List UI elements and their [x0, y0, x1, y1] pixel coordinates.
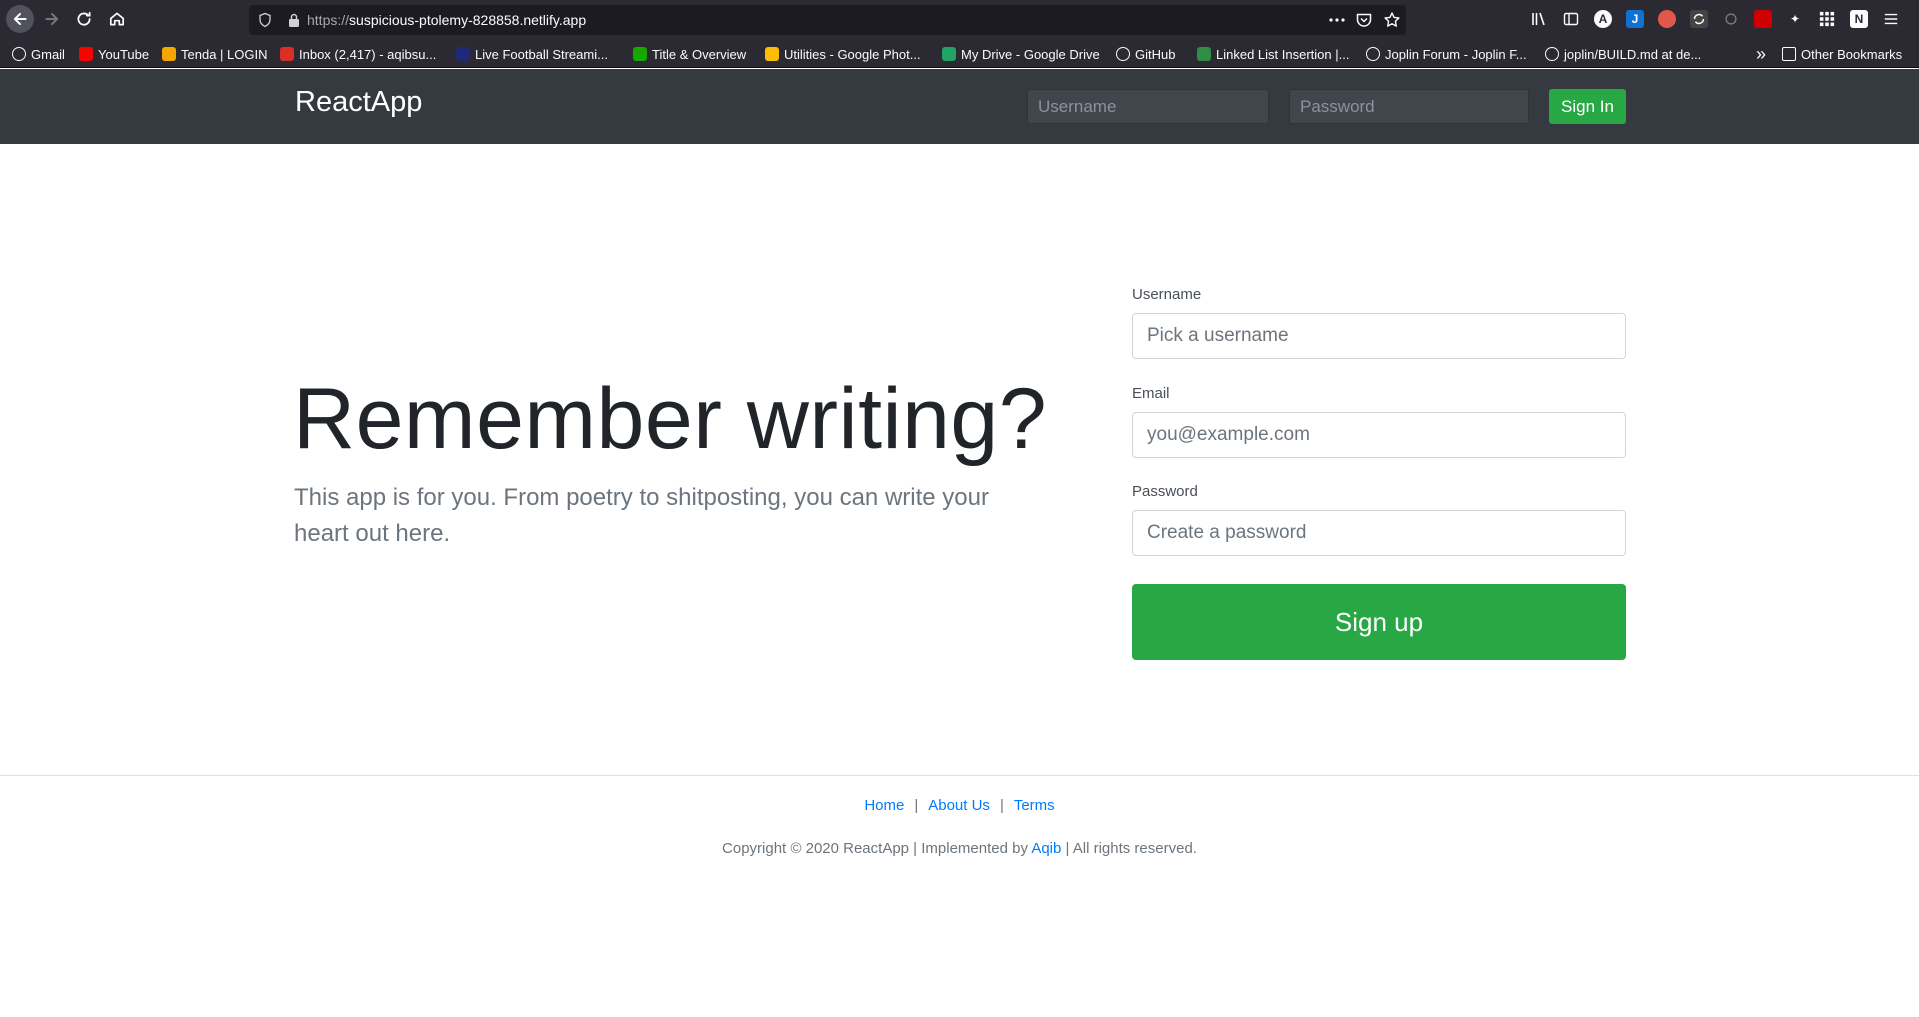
bookmark-label: joplin/BUILD.md at de...	[1564, 46, 1702, 62]
bookmark-item[interactable]: YouTube	[79, 44, 149, 64]
apps-grid-icon[interactable]	[1818, 10, 1836, 28]
bookmark-label: Inbox (2,417) - aqibsu...	[299, 46, 437, 62]
bookmark-label: Linked List Insertion |...	[1216, 46, 1350, 62]
bookmark-item[interactable]: GitHub	[1116, 44, 1175, 64]
forward-button[interactable]	[38, 5, 66, 33]
url-scheme: https://	[307, 12, 350, 28]
bookmark-item[interactable]: Title & Overview	[633, 44, 746, 64]
pocket-icon[interactable]	[1355, 11, 1373, 29]
globe-icon	[1366, 47, 1380, 61]
other-bookmarks-label: Other Bookmarks	[1801, 46, 1903, 62]
library-icon[interactable]	[1530, 10, 1548, 28]
darkreader-icon[interactable]: ✦	[1786, 10, 1804, 28]
footer-nav: Home | About Us | Terms	[0, 797, 1919, 814]
footer-link-terms[interactable]: Terms	[1014, 797, 1055, 814]
other-bookmarks-folder[interactable]: Other Bookmarks	[1782, 44, 1902, 64]
bookmark-label: My Drive - Google Drive	[961, 46, 1100, 62]
reload-icon	[77, 11, 91, 26]
footer-link-about[interactable]: About Us	[928, 797, 990, 814]
username-label: Username	[1132, 286, 1202, 303]
bookmark-label: Live Football Streami...	[475, 46, 608, 62]
url-bar[interactable]: https://suspicious-ptolemy-828858.netlif…	[249, 5, 1406, 35]
hero-title: Remember writing?	[293, 371, 1048, 467]
sign-up-button[interactable]: Sign up	[1132, 584, 1626, 660]
bookmark-item[interactable]: Inbox (2,417) - aqibsu...	[280, 44, 436, 64]
bookmark-label: Gmail	[31, 46, 65, 62]
bookmark-item[interactable]: Live Football Streami...	[456, 44, 608, 64]
bookmark-label: Title & Overview	[652, 46, 747, 62]
gfg-icon	[1197, 47, 1211, 61]
bookmark-label: Joplin Forum - Joplin F...	[1385, 46, 1527, 62]
copyright-suffix: | All rights reserved.	[1065, 840, 1197, 857]
bookmarks-overflow-chevron-icon[interactable]: »	[1756, 44, 1766, 64]
hero-subtitle: This app is for you. From poetry to shit…	[294, 484, 989, 547]
bookmark-item[interactable]: Tenda | LOGIN	[162, 44, 267, 64]
footer-separator: |	[999, 797, 1004, 814]
username-field[interactable]	[1132, 313, 1626, 359]
password-field[interactable]	[1132, 510, 1626, 556]
github-icon	[1116, 47, 1130, 61]
footer-separator: |	[914, 797, 919, 814]
arrow-right-icon	[45, 12, 59, 26]
google-photos-icon	[765, 47, 779, 61]
sync-icon[interactable]	[1690, 10, 1708, 28]
arrow-left-icon	[13, 12, 27, 26]
bookmark-label: Utilities - Google Phot...	[784, 46, 921, 62]
hamburger-menu-icon[interactable]	[1882, 10, 1900, 28]
account-icon[interactable]: A	[1594, 10, 1612, 28]
bookmark-item[interactable]: Utilities - Google Phot...	[765, 44, 921, 64]
streaming-icon	[456, 47, 470, 61]
youtube-icon	[79, 47, 93, 61]
reload-button[interactable]	[70, 5, 98, 33]
bookmark-item[interactable]: Linked List Insertion |...	[1197, 44, 1349, 64]
refresh-extension-icon[interactable]	[1722, 10, 1740, 28]
bookmark-label: YouTube	[98, 46, 150, 62]
bookmark-item[interactable]: My Drive - Google Drive	[942, 44, 1100, 64]
url-host: suspicious-ptolemy-828858.netlify.app	[349, 12, 587, 28]
sign-in-button[interactable]: Sign In	[1549, 89, 1626, 124]
sidebar-icon[interactable]	[1562, 10, 1580, 28]
navbar-username-input[interactable]	[1027, 89, 1269, 124]
browser-toolbar: https://suspicious-ptolemy-828858.netlif…	[0, 0, 1919, 40]
bookmark-label: Tenda | LOGIN	[181, 46, 268, 62]
footer-link-home[interactable]: Home	[864, 797, 904, 814]
more-icon[interactable]	[1327, 11, 1347, 29]
globe-icon	[12, 47, 26, 61]
folder-icon	[1782, 47, 1796, 61]
navbar-password-input[interactable]	[1289, 89, 1529, 124]
bookmark-item[interactable]: joplin/BUILD.md at de...	[1545, 44, 1701, 64]
tenda-icon	[162, 47, 176, 61]
notion-icon[interactable]: N	[1850, 10, 1868, 28]
bookmark-item[interactable]: Joplin Forum - Joplin F...	[1366, 44, 1527, 64]
github-icon	[1545, 47, 1559, 61]
bookmark-item[interactable]: Gmail	[12, 44, 65, 64]
home-button[interactable]	[103, 5, 131, 33]
extension-icon[interactable]	[1658, 10, 1676, 28]
brand-logo[interactable]: ReactApp	[295, 86, 422, 119]
email-label: Email	[1132, 385, 1170, 402]
google-drive-icon	[942, 47, 956, 61]
password-label: Password	[1132, 483, 1198, 500]
app-navbar: ReactApp Sign In	[0, 69, 1919, 144]
star-icon[interactable]	[1383, 11, 1401, 29]
gmail-icon	[280, 47, 294, 61]
back-button[interactable]	[6, 5, 34, 33]
url-text[interactable]: https://suspicious-ptolemy-828858.netlif…	[307, 5, 586, 35]
footer-divider	[0, 775, 1919, 776]
pdf-icon[interactable]	[1754, 10, 1772, 28]
email-field[interactable]	[1132, 412, 1626, 458]
bookmark-label: GitHub	[1135, 46, 1176, 62]
toolbar-extensions: A J ✦ N	[1530, 10, 1900, 28]
author-link[interactable]: Aqib	[1031, 840, 1061, 857]
copyright-text: Copyright © 2020 ReactApp | Implemented …	[0, 840, 1919, 857]
lock-icon[interactable]	[287, 12, 301, 28]
home-icon	[109, 12, 125, 26]
upwork-icon	[633, 47, 647, 61]
copyright-prefix: Copyright © 2020 ReactApp | Implemented …	[722, 840, 1028, 857]
bookmarks-toolbar: Gmail YouTube Tenda | LOGIN Inbox (2,417) -…	[0, 40, 1919, 68]
shield-icon[interactable]	[257, 12, 273, 28]
joplin-icon[interactable]: J	[1626, 10, 1644, 28]
